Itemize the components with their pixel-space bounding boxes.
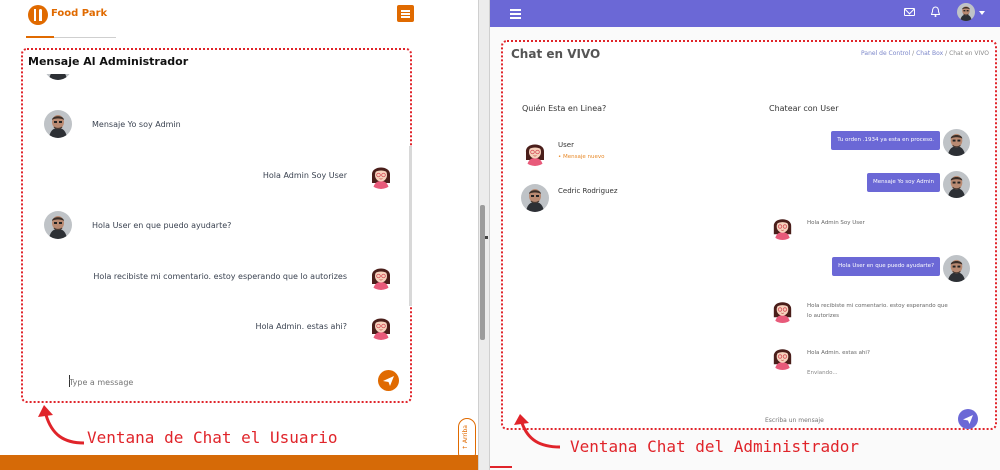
message-row-admin: Mensaje Yo soy Admin [23,110,410,144]
message-text: Hola Admin Soy User [807,220,865,226]
scrollbar-thumb[interactable] [480,205,485,340]
message-text: Hola Admin. estas ahi? [807,350,870,356]
send-button[interactable] [378,370,399,391]
online-user-name: User [558,141,574,149]
user-site-footer [0,455,478,470]
breadcrumb-link[interactable]: Panel de Control [861,50,910,57]
annotation-caption: Ventana Chat del Administrador [570,437,859,456]
paper-plane-icon [383,376,394,386]
message-row-user: Hola recibiste mi comentario. estoy espe… [769,296,977,332]
brand-name[interactable]: Food Park [51,8,107,19]
fork-knife-logo-icon[interactable] [28,5,48,25]
admin-chat-window: Chat en VIVO Panel de Control / Chat Box… [490,0,1000,470]
hamburger-menu-icon[interactable] [510,8,521,19]
admin-profile-avatar[interactable] [957,3,975,21]
chat-title: Mensaje Al Administrador [28,55,189,68]
scrollbar[interactable] [409,146,412,306]
user-chat-box: Mensaje Al Administrador Mensaje Yo soy … [21,48,412,403]
message-input[interactable] [765,414,945,426]
message-row-admin: Mensaje Yo soy Admin [769,171,977,201]
message-bubble: Hola User en que puedo ayudarte? [832,257,940,276]
breadcrumb: Panel de Control / Chat Box / Chat en VI… [861,50,989,57]
chat-with-header: Chatear con User [769,104,839,113]
paper-plane-icon [963,415,973,424]
message-row-user: Hola Admin. estas ahi? [769,343,977,373]
user-chat-window: Food Park Mensaje Al Administrador Mensa… [0,0,478,470]
message-bubble: Tu orden .1934 ya esta en proceso. [831,131,940,150]
user-avatar-icon [367,262,395,290]
online-user-item[interactable]: User • Mensaje nuevo [521,138,721,170]
footer-accent [490,466,512,468]
send-button[interactable] [958,409,978,429]
mail-icon[interactable] [904,8,915,16]
admin-top-nav [490,0,1000,27]
male-avatar-icon [521,184,549,212]
resize-handle[interactable] [485,236,488,239]
user-avatar-icon [769,343,796,370]
admin-avatar-icon [44,110,72,138]
message-row-user: Hola Admin Soy User [769,213,977,243]
hamburger-menu-button[interactable] [397,5,414,22]
message-text: Hola recibiste mi comentario. estoy espe… [93,272,347,281]
admin-chat-panel: Chat en VIVO Panel de Control / Chat Box… [501,40,997,430]
message-input[interactable] [69,375,369,389]
online-user-name: Cedric Rodriguez [558,187,618,195]
message-text: Hola Admin Soy User [262,171,347,180]
annotation-arrow-icon [514,414,561,449]
divider-accent [26,36,54,38]
page-title: Chat en VIVO [511,47,601,61]
breadcrumb-current: Chat en VIVO [949,50,989,57]
message-row-admin: Tu orden .1934 ya esta en proceso. [769,129,977,159]
new-message-status: • Mensaje nuevo [558,154,605,160]
message-bubble: Mensaje Yo soy Admin [866,173,940,192]
bell-icon[interactable] [931,6,940,17]
message-list[interactable]: Mensaje Yo soy Admin Hola Admin Soy User… [23,74,410,374]
message-text: Hola recibiste mi comentario. estoy espe… [807,303,948,319]
admin-avatar-icon [44,211,72,239]
online-users-header: Quién Esta en Linea? [522,104,607,113]
annotation-arrow-icon [38,405,85,445]
sending-status: Enviando... [807,370,838,376]
message-row-user: Hola Admin. estas ahi? [23,312,410,346]
user-avatar-icon [769,213,796,240]
message-row-admin: Hola User en que puedo ayudarte? [23,211,410,245]
annotation-caption: Ventana de Chat el Usuario [87,428,338,447]
list-item [23,74,410,86]
admin-avatar-icon [44,74,72,80]
admin-avatar-icon [943,171,970,198]
message-text: Mensaje Yo soy Admin [92,120,181,129]
admin-avatar-icon [943,255,970,282]
admin-avatar-icon [943,129,970,156]
online-user-item[interactable]: Cedric Rodriguez [521,184,721,216]
message-row-admin: Hola User en que puedo ayudarte? [769,255,977,285]
chevron-down-icon[interactable] [979,11,985,15]
user-site-header: Food Park [0,0,478,32]
user-avatar-icon [367,161,395,189]
message-row-user: Hola recibiste mi comentario. estoy espe… [23,262,410,296]
back-to-top-label: ↑ Arriba [462,425,469,451]
female-avatar-icon [521,138,549,166]
breadcrumb-link[interactable]: Chat Box [916,50,943,57]
user-avatar-icon [769,296,796,323]
user-avatar-icon [367,312,395,340]
message-text: Hola Admin. estas ahi? [255,322,347,331]
message-text: Hola User en que puedo ayudarte? [92,221,232,230]
message-row-user: Hola Admin Soy User [23,161,410,195]
